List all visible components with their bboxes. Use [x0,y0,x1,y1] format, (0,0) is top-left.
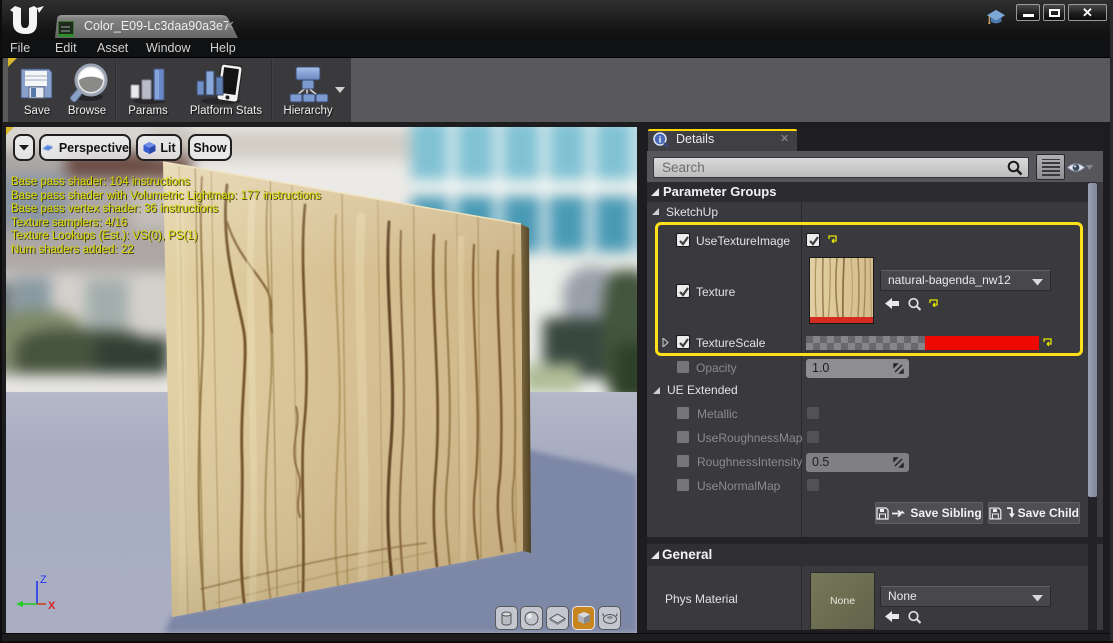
svg-text:X: X [48,600,56,612]
svg-text:Z: Z [40,574,47,586]
